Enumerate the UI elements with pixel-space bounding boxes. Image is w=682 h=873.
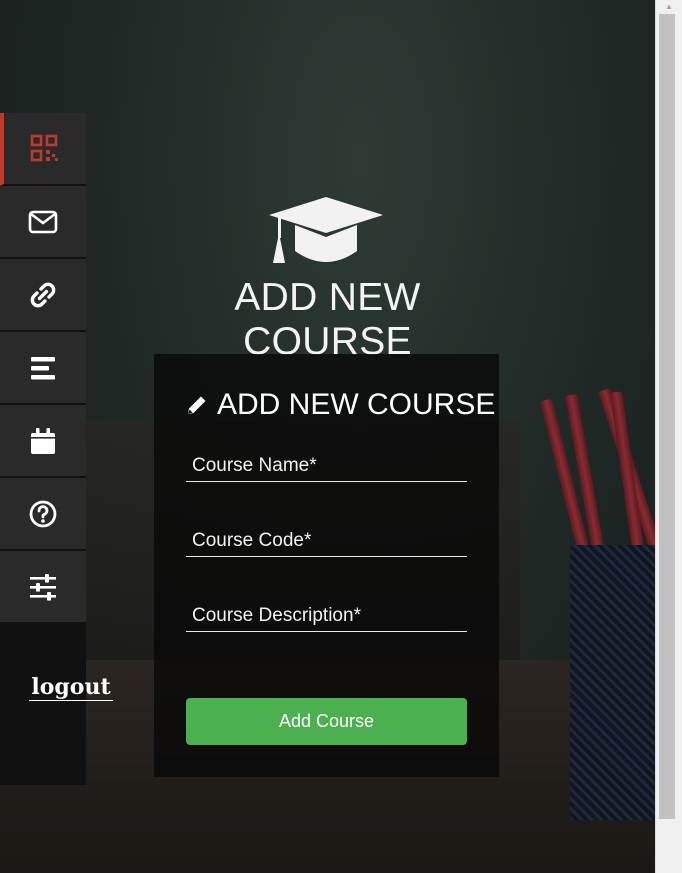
align-bars-icon bbox=[31, 356, 55, 379]
sidebar-item-links[interactable] bbox=[0, 259, 86, 332]
form-title: ADD NEW COURSE bbox=[185, 388, 495, 422]
course-name-input[interactable] bbox=[186, 450, 467, 482]
add-course-button[interactable]: Add Course bbox=[186, 698, 467, 745]
envelope-icon bbox=[28, 210, 58, 233]
sidebar-item-messages[interactable] bbox=[0, 186, 86, 259]
scrollbar-thumb[interactable] bbox=[659, 14, 675, 819]
sliders-icon bbox=[30, 573, 56, 601]
question-circle-icon bbox=[29, 500, 57, 527]
sidebar-item-settings[interactable] bbox=[0, 551, 86, 624]
course-description-input[interactable] bbox=[186, 600, 467, 632]
sidebar-item-dashboard[interactable] bbox=[0, 113, 86, 186]
form-title-label: ADD NEW COURSE bbox=[217, 388, 496, 421]
link-icon bbox=[30, 282, 56, 307]
calendar-icon bbox=[31, 427, 55, 454]
graduation-cap-icon bbox=[269, 197, 383, 263]
course-code-input[interactable] bbox=[186, 525, 467, 557]
logout-link[interactable]: logout bbox=[29, 674, 113, 701]
qr-grid-icon bbox=[30, 134, 58, 161]
background-pencil-cup bbox=[570, 545, 655, 820]
page-title: ADD NEW COURSE bbox=[234, 276, 421, 363]
add-course-form: ADD NEW COURSE Add Course bbox=[154, 354, 499, 777]
pencil-icon bbox=[188, 396, 206, 414]
sidebar-item-calendar[interactable] bbox=[0, 405, 86, 478]
sidebar-item-help[interactable] bbox=[0, 478, 86, 551]
sidebar-item-courses[interactable] bbox=[0, 332, 86, 405]
scroll-up-arrow-icon[interactable]: ▲ bbox=[656, 0, 682, 12]
vertical-scrollbar[interactable]: ▲ bbox=[655, 0, 682, 873]
